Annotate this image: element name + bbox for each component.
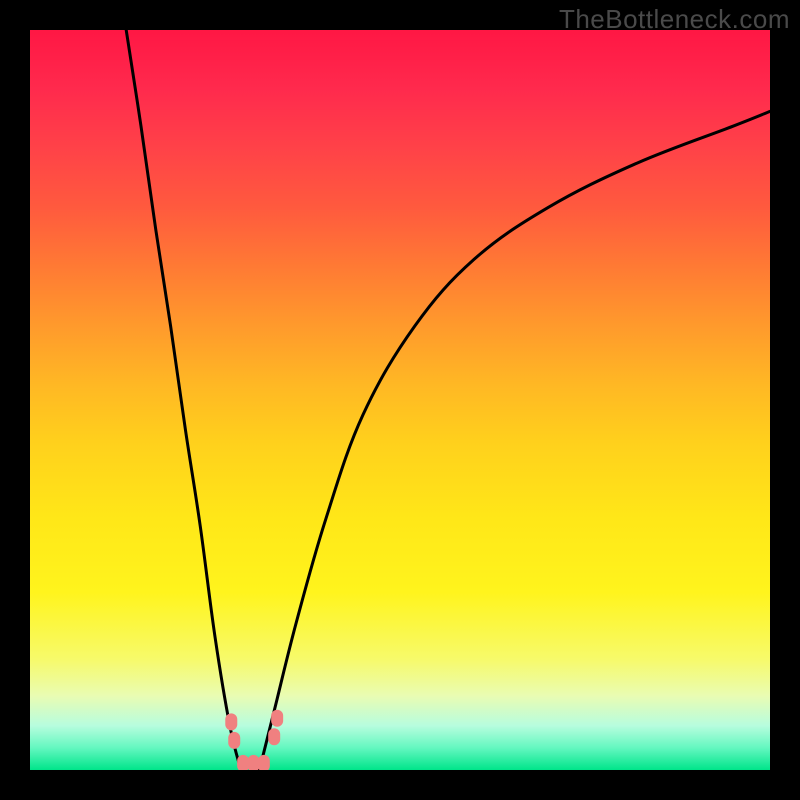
plot-area [30, 30, 770, 770]
series-left-branch [126, 30, 241, 770]
watermark-text: TheBottleneck.com [559, 4, 790, 35]
marker-group [225, 710, 283, 770]
curve-paths [126, 30, 770, 770]
valley-marker [247, 755, 259, 770]
valley-marker [271, 710, 283, 727]
curve-layer [30, 30, 770, 770]
valley-marker [228, 732, 240, 749]
valley-marker [258, 755, 270, 770]
chart-frame: TheBottleneck.com [0, 0, 800, 800]
series-right-branch [259, 111, 770, 770]
valley-marker [237, 755, 249, 770]
valley-marker [225, 713, 237, 730]
valley-marker [268, 728, 280, 745]
